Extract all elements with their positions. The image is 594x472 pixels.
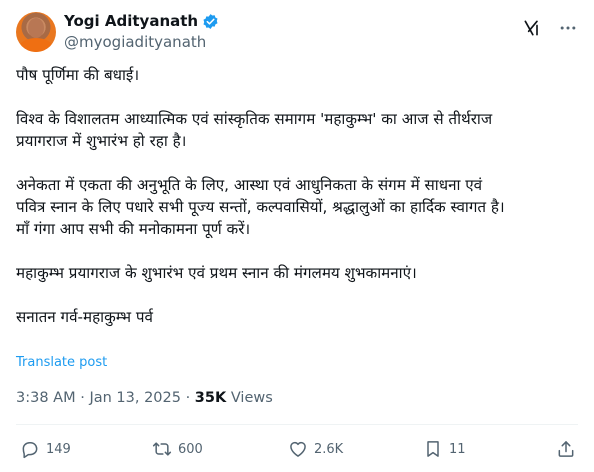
post-meta: 3:38 AM · Jan 13, 2025 · 35K Views (16, 390, 273, 406)
post-header: Yogi Adityanath @myogiadityanath (16, 10, 578, 54)
post-time[interactable]: 3:38 AM (16, 390, 76, 406)
author-display-name-row[interactable]: Yogi Adityanath (64, 11, 219, 31)
reply-icon (22, 442, 38, 459)
views-count: 35K (194, 390, 227, 406)
share-button[interactable] (556, 437, 582, 461)
post-paragraph: अनेकता में एकता की अनुभूति के लिए, आस्था… (16, 176, 505, 238)
post-paragraph: महाकुम्भ प्रयागराज के शुभारंभ एवं प्रथम … (16, 264, 417, 282)
like-count: 2.6K (314, 441, 344, 457)
bookmark-icon (427, 441, 439, 457)
more-icon[interactable] (558, 18, 578, 38)
reply-button[interactable]: 149 (20, 437, 71, 461)
repost-button[interactable]: 600 (152, 437, 203, 461)
views-label: Views (230, 390, 273, 406)
share-icon (558, 441, 574, 457)
reply-count: 149 (46, 441, 71, 457)
post-paragraph: विश्व के विशालतम आध्यात्मिक एवं सांस्कृत… (16, 110, 493, 150)
avatar[interactable] (16, 12, 56, 52)
post-paragraph: पौष पूर्णिमा की बधाई। (16, 66, 140, 84)
post-text: पौष पूर्णिमा की बधाई। विश्व के विशालतम आ… (16, 64, 576, 350)
action-bar: 149 600 2.6K 11 (16, 437, 578, 461)
verified-badge-icon[interactable] (202, 13, 219, 30)
translate-post-link[interactable]: Translate post (16, 355, 107, 370)
grok-icon[interactable] (522, 18, 542, 38)
meta-separator: · (80, 390, 85, 406)
bookmark-count: 11 (449, 441, 466, 457)
author-display-name[interactable]: Yogi Adityanath (64, 11, 198, 31)
like-button[interactable]: 2.6K (288, 437, 343, 461)
repost-count: 600 (178, 441, 203, 457)
bookmark-button[interactable]: 11 (423, 437, 466, 461)
author-names: Yogi Adityanath @myogiadityanath (64, 11, 219, 52)
like-icon (290, 441, 306, 457)
divider (16, 424, 578, 425)
meta-separator: · (185, 390, 191, 406)
author-handle[interactable]: @myogiadityanath (64, 32, 219, 52)
repost-icon (152, 442, 172, 456)
post-paragraph: सनातन गर्व-महाकुम्भ पर्व (16, 308, 153, 326)
post-date[interactable]: Jan 13, 2025 (89, 390, 181, 406)
post-card: Yogi Adityanath @myogiadityanath पौष पूर… (0, 0, 594, 472)
